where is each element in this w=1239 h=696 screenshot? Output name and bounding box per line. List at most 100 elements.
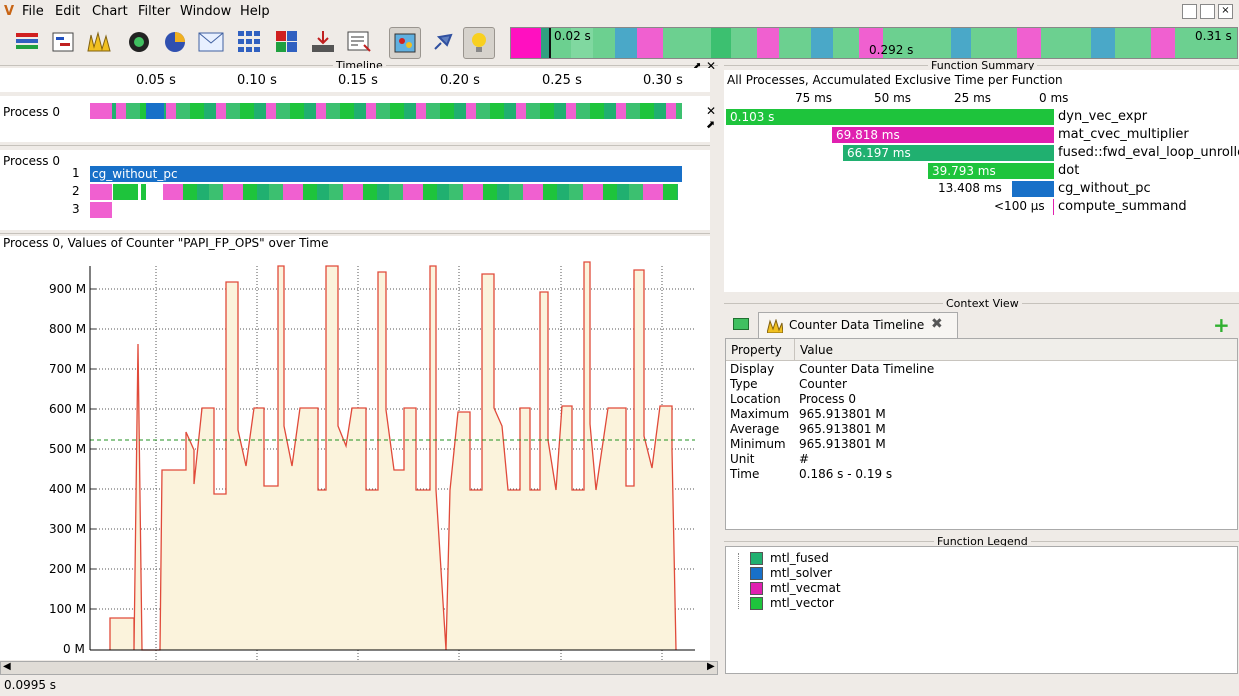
function-summary-panel[interactable]: All Processes, Accumulated Exclusive Tim… [724, 70, 1239, 292]
context-menu-icon[interactable] [733, 318, 749, 330]
property-value: # [799, 452, 810, 466]
timeline-tick: 0.10 s [237, 73, 277, 88]
summary-tick: 25 ms [954, 91, 992, 105]
summary-label: dot [1058, 163, 1080, 178]
restore-icon[interactable] [1200, 4, 1215, 19]
summary-bar-compute-summand[interactable] [1053, 199, 1054, 215]
row-number: 1 [72, 166, 80, 180]
summary-tick: 0 ms [1039, 91, 1069, 105]
legend-item[interactable]: mtl_vecmat [750, 581, 841, 595]
property-key: Location [730, 392, 781, 406]
property-key: Minimum [730, 437, 786, 451]
legend-label: mtl_vecmat [770, 581, 841, 595]
header-value[interactable]: Value [800, 343, 833, 357]
menu-chart[interactable]: Chart [92, 4, 128, 19]
property-value: Counter [799, 377, 847, 391]
summary-bar-dot[interactable]: 39.793 ms [928, 163, 1054, 179]
horizontal-scrollbar[interactable]: ◀ ▶ [0, 661, 718, 675]
row-number: 2 [72, 184, 80, 198]
function-bar[interactable] [113, 184, 138, 200]
process-detail-timeline[interactable]: Process 0 1 2 3 cg_without_pc [0, 150, 710, 230]
overview-right-time: 0.31 s [1195, 29, 1232, 43]
legend-swatch [750, 597, 763, 610]
property-key: Maximum [730, 407, 790, 421]
summary-tick: 75 ms [795, 91, 833, 105]
property-table-header: Property Value [726, 339, 1237, 361]
scroll-right-icon[interactable]: ▶ [707, 661, 715, 672]
color-grid-icon[interactable] [272, 27, 302, 57]
legend-item[interactable]: mtl_vector [750, 596, 834, 610]
function-bar-cg-without-pc[interactable]: cg_without_pc [90, 166, 682, 182]
timeline-axis: 0.05 s 0.10 s 0.15 s 0.20 s 0.25 s 0.30 … [0, 68, 710, 92]
summary-label: dyn_vec_expr [1058, 109, 1148, 124]
toolbar: 0.02 s 0.292 s 0.31 s [0, 24, 1239, 62]
overview-center-time: 0.292 s [869, 43, 914, 57]
menu-bar: V File Edit Chart Filter Window Help × [0, 0, 1239, 24]
timeline-tick: 0.05 s [136, 73, 176, 88]
row-number: 3 [72, 202, 80, 216]
add-tab-icon[interactable]: + [1213, 313, 1230, 337]
trace-overview-icon[interactable] [13, 27, 43, 57]
process-activity-bar[interactable] [90, 103, 682, 119]
legend-label: mtl_vector [770, 596, 834, 610]
close-process-icon[interactable]: ✕ [706, 104, 716, 118]
menu-edit[interactable]: Edit [55, 4, 80, 19]
counter-chart-icon [767, 319, 783, 333]
scroll-left-icon[interactable]: ◀ [3, 661, 11, 672]
overview-left-time: 0.02 s [554, 29, 591, 43]
timeline-icon[interactable] [49, 27, 79, 57]
summary-label: cg_without_pc [1058, 181, 1151, 196]
legend-swatch [750, 552, 763, 565]
pin-icon[interactable] [427, 27, 457, 57]
summary-bar-dyn-vec-expr[interactable]: 0.103 s [726, 109, 1054, 125]
legend-swatch [750, 582, 763, 595]
legend-label: mtl_solver [770, 566, 833, 580]
summary-value: 13.408 ms [938, 181, 1002, 195]
legend-item[interactable]: mtl_fused [750, 551, 829, 565]
tab-counter-data-timeline[interactable]: Counter Data Timeline ✖ [758, 312, 958, 338]
summary-bar-mat-cvec-multiplier[interactable]: 69.818 ms [832, 127, 1054, 143]
process-timeline[interactable]: Process 0 [0, 96, 710, 142]
function-bar[interactable] [90, 202, 112, 218]
pie-chart-icon[interactable] [160, 27, 190, 57]
minimize-icon[interactable] [1182, 4, 1197, 19]
trace-overview-strip[interactable]: 0.02 s 0.292 s 0.31 s [510, 27, 1238, 59]
property-value: Process 0 [799, 392, 856, 406]
summary-bar-cg-without-pc[interactable] [1012, 181, 1054, 197]
menu-window[interactable]: Window [180, 4, 231, 19]
function-bar[interactable] [163, 184, 678, 200]
summary-value: <100 µs [994, 199, 1045, 213]
header-property[interactable]: Property [731, 343, 782, 357]
property-value: 965.913801 M [799, 422, 886, 436]
app-logo-icon: V [4, 4, 15, 19]
legend-label: mtl_fused [770, 551, 829, 565]
bulb-icon[interactable] [463, 27, 495, 59]
color-legend-icon[interactable] [389, 27, 421, 59]
filter-icon[interactable] [344, 27, 374, 57]
summary-label: fused::fwd_eval_loop_unrolled [1058, 145, 1239, 160]
property-key: Type [730, 377, 758, 391]
legend-item[interactable]: mtl_solver [750, 566, 832, 580]
message-icon[interactable] [196, 27, 226, 57]
function-bar[interactable] [141, 184, 146, 200]
function-bar[interactable] [90, 184, 112, 200]
status-time: 0.0995 s [4, 678, 57, 692]
close-tab-icon[interactable]: ✖ [931, 316, 943, 332]
property-key: Unit [730, 452, 755, 466]
property-value: 965.913801 M [799, 407, 886, 421]
counter-chart-panel[interactable]: Process 0, Values of Counter "PAPI_FP_OP… [0, 236, 710, 660]
summary-bar-fused-fwd-eval[interactable]: 66.197 ms [843, 145, 1054, 161]
expand-process-icon[interactable]: ⬈ [706, 118, 715, 131]
process-label: Process 0 [3, 154, 60, 168]
summary-label: mat_cvec_multiplier [1058, 127, 1189, 142]
close-window-icon[interactable]: × [1218, 4, 1233, 19]
property-key: Display [730, 362, 775, 376]
summary-icon[interactable] [124, 27, 154, 57]
grid-icon[interactable] [234, 27, 264, 57]
menu-help[interactable]: Help [240, 4, 270, 19]
export-icon[interactable] [308, 27, 338, 57]
menu-file[interactable]: File [22, 4, 44, 19]
property-value: Counter Data Timeline [799, 362, 935, 376]
counter-chart-icon[interactable] [85, 27, 115, 57]
menu-filter[interactable]: Filter [138, 4, 170, 19]
